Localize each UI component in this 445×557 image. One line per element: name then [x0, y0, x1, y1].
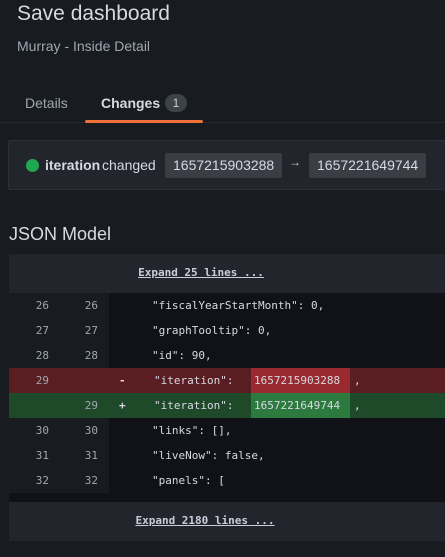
- old-line-number: 30: [35, 424, 49, 437]
- new-line-number: 26: [84, 299, 98, 312]
- diff-line: 30 30 "links": [],: [9, 418, 445, 443]
- added-marker: +: [119, 399, 126, 412]
- tab-details[interactable]: Details: [25, 86, 68, 122]
- code-text: "iteration":: [154, 399, 241, 412]
- line-gutter: 28 28: [9, 343, 109, 368]
- line-gutter: 30 30: [9, 418, 109, 443]
- added-value-highlight: 1657221649744: [251, 393, 350, 418]
- line-gutter: 26 26: [9, 293, 109, 318]
- removed-value-highlight: 1657215903288: [251, 368, 350, 393]
- code-text: "graphTooltip": 0,: [152, 324, 272, 337]
- tab-changes-label: Changes: [101, 95, 161, 111]
- diff-line: 27 27 "graphTooltip": 0,: [9, 318, 445, 343]
- old-line-number: 29: [35, 374, 49, 387]
- diff-line-removed: 29 - "iteration": 1657215903288 ,: [9, 368, 445, 393]
- expand-bottom-link[interactable]: Expand 2180 lines ...: [0, 514, 423, 527]
- new-line-number: 29: [84, 399, 98, 412]
- tab-details-label: Details: [25, 95, 68, 111]
- change-summary: iteration changed 1657215903288 → 165722…: [8, 140, 445, 190]
- line-gutter: 31 31: [9, 443, 109, 468]
- diff-line: 31 31 "liveNow": false,: [9, 443, 445, 468]
- new-line-number: 31: [84, 449, 98, 462]
- change-status-dot-icon: [26, 159, 39, 172]
- json-model-heading: JSON Model: [9, 224, 112, 244]
- line-gutter: 29: [9, 393, 109, 418]
- new-line-number: 27: [84, 324, 98, 337]
- code-text: "links": [],: [152, 424, 232, 437]
- diff-line: 32 32 "panels": [: [9, 468, 445, 493]
- old-line-number: 26: [35, 299, 49, 312]
- diff-line: 28 28 "id": 90,: [9, 343, 445, 368]
- dashboard-name: Murray - Inside Detail: [17, 38, 151, 54]
- new-value-chip: 1657221649744: [309, 153, 427, 178]
- code-text: "id": 90,: [152, 349, 212, 362]
- code-text: "iteration":: [154, 374, 241, 387]
- old-line-number: 31: [35, 449, 49, 462]
- changed-key: iteration: [45, 157, 101, 173]
- page-title: Save dashboard: [17, 2, 170, 25]
- arrow-right-icon: →: [289, 155, 301, 169]
- code-text: "liveNow": false,: [152, 449, 265, 462]
- code-text: "panels": [: [152, 474, 225, 487]
- tab-changes[interactable]: Changes 1: [85, 86, 203, 123]
- line-gutter: 27 27: [9, 318, 109, 343]
- diff-line-added: 29 + "iteration": 1657221649744 ,: [9, 393, 445, 418]
- old-line-number: 32: [35, 474, 49, 487]
- expand-top-link[interactable]: Expand 25 lines ...: [0, 266, 419, 279]
- expand-row-bottom: Expand 2180 lines ...: [9, 502, 445, 541]
- removed-marker: -: [119, 374, 126, 387]
- code-text: "fiscalYearStartMonth": 0,: [152, 299, 325, 312]
- line-gutter: 32 32: [9, 468, 109, 493]
- active-tab-indicator: [85, 120, 203, 123]
- new-line-number: 30: [84, 424, 98, 437]
- old-line-number: 28: [35, 349, 49, 362]
- changes-count-badge: 1: [165, 94, 187, 112]
- json-diff-viewer: Expand 25 lines ... 26 26 "fiscalYearSta…: [9, 254, 445, 541]
- diff-line: 26 26 "fiscalYearStartMonth": 0,: [9, 293, 445, 318]
- new-line-number: 32: [84, 474, 98, 487]
- change-verb: changed: [102, 157, 156, 173]
- new-line-number: 28: [84, 349, 98, 362]
- save-dashboard-drawer: Save dashboard Murray - Inside Detail De…: [0, 0, 445, 557]
- old-value-chip: 1657215903288: [165, 153, 283, 178]
- old-line-number: 27: [35, 324, 49, 337]
- tab-bar: Details Changes 1: [0, 86, 445, 123]
- expand-row-top: Expand 25 lines ...: [9, 254, 445, 293]
- line-gutter: 29: [9, 368, 109, 393]
- trailing-comma: ,: [354, 374, 361, 387]
- trailing-comma: ,: [354, 399, 361, 412]
